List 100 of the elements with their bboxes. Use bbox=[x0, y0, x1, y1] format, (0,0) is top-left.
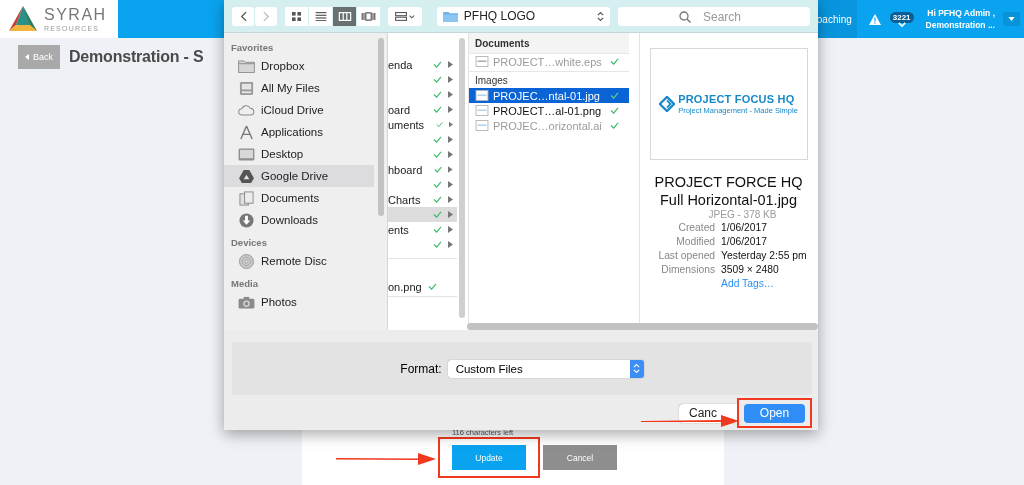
detail-value: 1/06/2017 bbox=[721, 221, 768, 235]
checkmark-icon bbox=[610, 58, 619, 65]
file-info: JPEG - 378 KB bbox=[707, 209, 777, 220]
file-row[interactable]: PROJECT…al-01.png bbox=[469, 103, 629, 118]
detail-value: 1/06/2017 bbox=[721, 235, 768, 249]
disclosure-arrow-icon bbox=[448, 241, 453, 248]
folder-icon bbox=[238, 59, 255, 73]
scrollbar[interactable] bbox=[459, 38, 465, 318]
sidebar-section-header: Media bbox=[230, 277, 259, 291]
disclosure-arrow-icon bbox=[448, 196, 453, 203]
detail-value: Yesterday 2:55 pm bbox=[721, 249, 807, 263]
column-view-icon bbox=[337, 11, 352, 21]
chevron-down-icon bbox=[897, 21, 906, 27]
file-icon bbox=[475, 56, 489, 67]
documents-icon bbox=[239, 190, 254, 206]
warning-icon[interactable] bbox=[868, 13, 881, 25]
user-menu-button[interactable] bbox=[1003, 12, 1020, 26]
logo-title: PROJECT FOCUS HQ bbox=[678, 93, 796, 105]
folder-row[interactable]: Charts bbox=[388, 192, 457, 207]
chevron-right-icon bbox=[262, 10, 270, 22]
detail-label: Last opened bbox=[658, 249, 716, 263]
view-mode-button[interactable] bbox=[285, 6, 308, 26]
file-icon bbox=[475, 120, 489, 131]
detail-label: Modified bbox=[675, 235, 716, 249]
search-field[interactable]: Search bbox=[618, 7, 810, 26]
view-mode-button[interactable] bbox=[309, 6, 332, 26]
location-dropdown[interactable]: PFHQ LOGO bbox=[436, 6, 610, 26]
desktop-icon bbox=[238, 147, 255, 161]
compass-tools-icon bbox=[239, 124, 254, 140]
sidebar-item[interactable]: Remote Disc bbox=[224, 250, 374, 272]
disclosure-arrow-icon bbox=[449, 121, 453, 128]
sidebar-item[interactable]: Documents bbox=[224, 187, 374, 209]
detail-label: Dimensions bbox=[660, 263, 716, 277]
disc-icon bbox=[239, 253, 254, 269]
folder-row[interactable]: hboard bbox=[388, 162, 457, 177]
list-view-icon bbox=[314, 11, 327, 21]
disclosure-arrow-icon bbox=[448, 61, 453, 68]
sidebar-section-header: Devices bbox=[230, 236, 268, 250]
folder-row[interactable]: ents bbox=[388, 222, 457, 237]
file-name: PROJECT FORCE HQ Full Horizontal-01.jpg bbox=[653, 173, 804, 209]
up-down-arrows-icon bbox=[633, 363, 641, 374]
scrollbar[interactable] bbox=[378, 38, 384, 216]
sidebar-item[interactable]: Downloads bbox=[224, 209, 374, 231]
folder-icon bbox=[442, 10, 458, 22]
sidebar-item[interactable]: Photos bbox=[224, 291, 374, 313]
format-label: Format: bbox=[400, 361, 442, 376]
sidebar-item[interactable]: Desktop bbox=[224, 143, 374, 165]
detail-label: Created bbox=[677, 221, 716, 235]
folder-row[interactable]: enda bbox=[388, 57, 457, 72]
sidebar-item[interactable]: Applications bbox=[224, 121, 374, 143]
user-greeting: Hi PFHQ Admin , bbox=[927, 7, 995, 19]
disclosure-arrow-icon bbox=[448, 211, 453, 218]
disclosure-arrow-icon bbox=[448, 181, 453, 188]
checkmark-icon bbox=[427, 283, 437, 290]
camera-icon bbox=[238, 295, 255, 309]
sidebar-item[interactable]: All My Files bbox=[224, 77, 374, 99]
triangle-logo-icon bbox=[8, 5, 38, 33]
file-tray-icon bbox=[239, 80, 254, 96]
file-row[interactable]: on.png bbox=[388, 279, 457, 294]
cover-flow-icon bbox=[361, 11, 376, 21]
chevron-left-icon bbox=[239, 10, 247, 22]
disclosure-arrow-icon bbox=[448, 76, 453, 83]
sidebar-item[interactable]: Dropbox bbox=[224, 55, 374, 77]
caret-left-icon bbox=[25, 54, 29, 60]
view-mode-button[interactable] bbox=[357, 6, 380, 26]
download-icon bbox=[239, 212, 254, 228]
disclosure-arrow-icon bbox=[448, 106, 453, 113]
search-icon bbox=[679, 10, 691, 23]
file-icon bbox=[475, 105, 489, 116]
arrange-icon bbox=[393, 11, 416, 21]
folder-row[interactable]: uments bbox=[388, 117, 457, 132]
diamond-logo-icon bbox=[659, 96, 676, 112]
format-dropdown[interactable]: Custom Files bbox=[447, 359, 644, 378]
sidebar-item[interactable]: Google Drive bbox=[224, 165, 374, 187]
sidebar-section-header: Favorites bbox=[230, 41, 275, 55]
folder-row[interactable]: oard bbox=[388, 102, 457, 117]
caret-icon bbox=[1008, 17, 1015, 21]
page-title: Demonstration - S bbox=[69, 48, 204, 66]
disclosure-arrow-icon bbox=[448, 91, 453, 98]
file-icon bbox=[475, 90, 489, 101]
detail-value: 3509 × 2480 bbox=[721, 263, 780, 277]
grid-view-icon bbox=[292, 11, 301, 21]
user-organization: Demonstration ... bbox=[925, 19, 995, 31]
arrange-button[interactable] bbox=[388, 6, 422, 26]
brand-name: SYRAH bbox=[44, 6, 107, 23]
sidebar-item[interactable]: iCloud Drive bbox=[224, 99, 374, 121]
disclosure-arrow-icon bbox=[448, 151, 453, 158]
disclosure-arrow-icon bbox=[448, 136, 453, 143]
back-nav-button[interactable] bbox=[232, 6, 254, 26]
drive-triangle-icon bbox=[239, 169, 254, 183]
add-tags-link[interactable]: Add Tags… bbox=[721, 277, 807, 291]
folder-row[interactable] bbox=[388, 207, 457, 222]
disclosure-arrow-icon bbox=[448, 226, 453, 233]
disclosure-arrow-icon bbox=[448, 166, 453, 173]
up-down-arrows-icon bbox=[597, 10, 604, 22]
view-mode-button[interactable] bbox=[333, 6, 356, 26]
group-header: Documents bbox=[469, 33, 629, 54]
notification-count[interactable]: 3221 bbox=[889, 11, 914, 23]
scrollbar[interactable] bbox=[467, 323, 818, 330]
file-row[interactable]: PROJEC…ntal-01.jpg bbox=[469, 88, 629, 103]
